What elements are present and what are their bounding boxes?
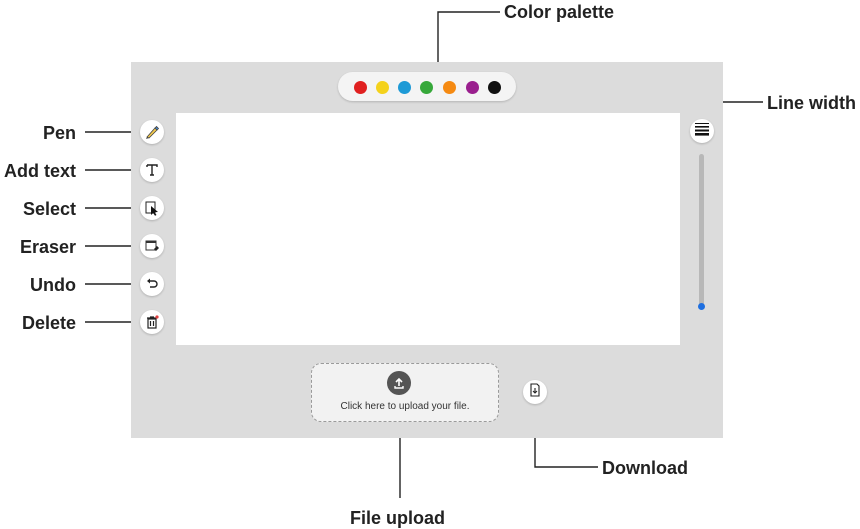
download-label: Download: [602, 458, 688, 478]
add-text-label: Add text: [4, 161, 76, 181]
download-icon: [529, 382, 541, 402]
color-swatch-blue[interactable]: [398, 81, 411, 94]
color-swatch-green[interactable]: [420, 81, 433, 94]
file-upload-label: File upload: [350, 508, 446, 528]
undo-label: Undo: [30, 275, 76, 295]
delete-label: Delete: [21, 313, 76, 333]
upload-instructions: Click here to upload your file.: [340, 401, 470, 412]
color-swatch-yellow[interactable]: [376, 81, 389, 94]
color-swatch-orange[interactable]: [443, 81, 456, 94]
pen-button[interactable]: [140, 120, 164, 144]
download-button[interactable]: [523, 380, 547, 404]
color-swatch-red[interactable]: [354, 81, 367, 94]
eraser-icon: [144, 238, 160, 254]
upload-icon: [387, 371, 411, 395]
pen-label: Pen: [42, 123, 76, 143]
line-width-label: Line width: [767, 93, 856, 113]
line-width-button[interactable]: [690, 119, 714, 143]
color-swatch-black[interactable]: [488, 81, 501, 94]
drawing-canvas[interactable]: [176, 113, 680, 345]
delete-button[interactable]: [140, 310, 164, 334]
line-width-icon: [694, 122, 710, 141]
eraser-label: Eraser: [19, 237, 76, 257]
trash-icon: [145, 315, 159, 329]
select-icon: [144, 200, 160, 216]
add-text-button[interactable]: [140, 158, 164, 182]
color-palette-label: Color palette: [504, 2, 615, 22]
line-width-slider-track[interactable]: [699, 154, 704, 306]
line-width-slider-thumb[interactable]: [698, 303, 705, 310]
undo-button[interactable]: [140, 272, 164, 296]
color-swatch-purple[interactable]: [466, 81, 479, 94]
eraser-button[interactable]: [140, 234, 164, 258]
undo-icon: [145, 277, 159, 291]
select-label: Select: [22, 199, 76, 219]
text-icon: [145, 163, 159, 177]
select-button[interactable]: [140, 196, 164, 220]
pen-icon: [144, 124, 160, 140]
